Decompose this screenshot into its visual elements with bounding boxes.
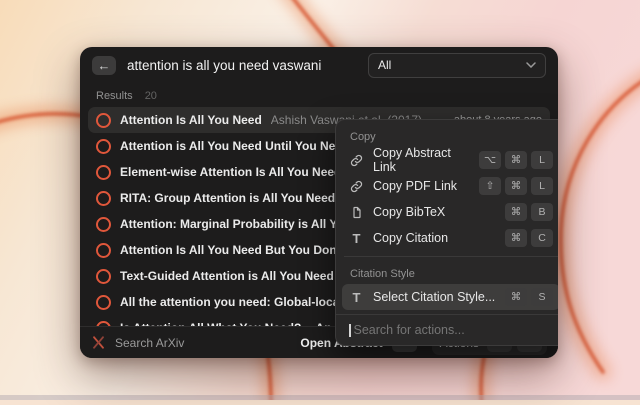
b-key-icon: B: [531, 203, 553, 221]
text-cursor: [349, 324, 351, 337]
document-icon: [349, 206, 364, 219]
results-count: 20: [145, 90, 157, 102]
actions-search-placeholder: Search for actions...: [354, 323, 465, 337]
search-input[interactable]: attention is all you need vaswani: [127, 58, 321, 73]
search-bar: ← attention is all you need vaswani All: [80, 47, 558, 83]
menu-item-copy-bibtex[interactable]: Copy BibTeX ⌘ B: [342, 199, 558, 225]
menu-item-copy-abstract-link[interactable]: Copy Abstract Link ⌥ ⌘ L: [342, 147, 558, 173]
chevron-down-icon: [526, 62, 536, 68]
circle-icon: [96, 191, 111, 206]
shift-key-icon: ⇧: [479, 177, 501, 195]
circle-icon: [96, 269, 111, 284]
shortcut-keys: ⌥ ⌘ L: [479, 151, 553, 169]
circle-icon: [96, 113, 111, 128]
menu-item-copy-pdf-link[interactable]: Copy PDF Link ⇧ ⌘ L: [342, 173, 558, 199]
option-key-icon: ⌥: [479, 151, 501, 169]
result-title: Element-wise Attention Is All You Need: [120, 165, 341, 179]
launcher-window: ← attention is all you need vaswani All …: [80, 47, 558, 358]
circle-icon: [96, 243, 111, 258]
command-key-icon: ⌘: [505, 151, 527, 169]
link-icon: [349, 180, 364, 193]
shortcut-keys: ⌘ C: [505, 229, 553, 247]
arxiv-logo-icon: [91, 335, 106, 350]
circle-icon: [96, 295, 111, 310]
source-label: Search ArXiv: [115, 336, 184, 350]
back-button[interactable]: ←: [92, 56, 116, 75]
l-key-icon: L: [531, 177, 553, 195]
menu-divider: [344, 256, 558, 257]
menu-item-label: Select Citation Style...: [373, 290, 495, 304]
menu-item-label: Copy BibTeX: [373, 205, 445, 219]
l-key-icon: L: [531, 151, 553, 169]
menu-item-label: Copy Citation: [373, 231, 448, 245]
circle-icon: [96, 139, 111, 154]
back-arrow-icon: ←: [98, 59, 111, 72]
menu-item-select-citation-style[interactable]: T Select Citation Style... ⌘ S: [342, 284, 558, 310]
menu-section-copy: Copy: [342, 125, 558, 147]
results-header: Results 20: [80, 83, 558, 105]
actions-search-input[interactable]: Search for actions...: [336, 314, 558, 345]
menu-item-copy-citation[interactable]: T Copy Citation ⌘ C: [342, 225, 558, 251]
circle-icon: [96, 217, 111, 232]
filter-dropdown-value: All: [378, 58, 391, 72]
link-icon: [349, 154, 364, 167]
result-title: Attention Is All You Need: [120, 113, 262, 127]
menu-item-label: Copy Abstract Link: [373, 146, 470, 174]
actions-menu: Copy Copy Abstract Link ⌥ ⌘ L Copy PDF L…: [335, 119, 558, 346]
c-key-icon: C: [531, 229, 553, 247]
s-key-icon: S: [531, 288, 553, 306]
shortcut-keys: ⇧ ⌘ L: [479, 177, 553, 195]
shortcut-keys: ⌘ S: [505, 288, 553, 306]
text-icon: T: [349, 291, 364, 304]
menu-item-label: Copy PDF Link: [373, 179, 457, 193]
shortcut-keys: ⌘ B: [505, 203, 553, 221]
filter-dropdown[interactable]: All: [368, 53, 546, 78]
command-key-icon: ⌘: [505, 203, 527, 221]
command-key-icon: ⌘: [505, 288, 527, 306]
circle-icon: [96, 165, 111, 180]
command-key-icon: ⌘: [505, 229, 527, 247]
results-label: Results: [96, 90, 133, 102]
menu-section-citation-style: Citation Style: [342, 262, 558, 284]
command-key-icon: ⌘: [505, 177, 527, 195]
text-icon: T: [349, 232, 364, 245]
